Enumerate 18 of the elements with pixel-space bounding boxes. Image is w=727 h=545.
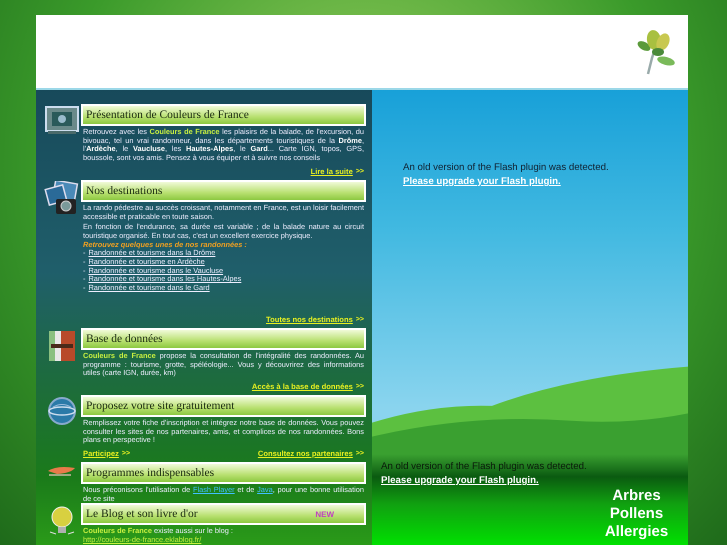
globe-icon <box>46 396 76 426</box>
section-title: Programmes indispensables <box>81 462 366 484</box>
logo-word: Pollens <box>610 505 664 523</box>
section-title: Nos destinations <box>81 180 366 202</box>
photos-and-camera-icon <box>44 180 80 215</box>
light-bulb-icon <box>48 504 76 536</box>
section-title: Présentation de Couleurs de France <box>81 104 366 126</box>
flash-notice: An old version of the Flash plugin was detected. Please upgrade your Flash plugin. <box>381 460 588 488</box>
flash-notice: An old version of the Flash plugin was detected. Please upgrade your Flash plugin. <box>403 161 610 189</box>
new-label: NEW <box>315 510 334 519</box>
books-icon <box>46 328 76 363</box>
logo-word: Arbres <box>612 487 661 505</box>
framed-picture-icon <box>44 105 78 135</box>
upgrade-link[interactable]: Please upgrade your Flash plugin. <box>381 474 539 488</box>
section-title: Base de données <box>81 328 366 350</box>
logo-word: Allergies <box>604 523 668 541</box>
section-title: Proposez votre site gratuitement <box>81 394 366 417</box>
section-title: Le Blog et son livre d'or NEW <box>81 503 366 526</box>
